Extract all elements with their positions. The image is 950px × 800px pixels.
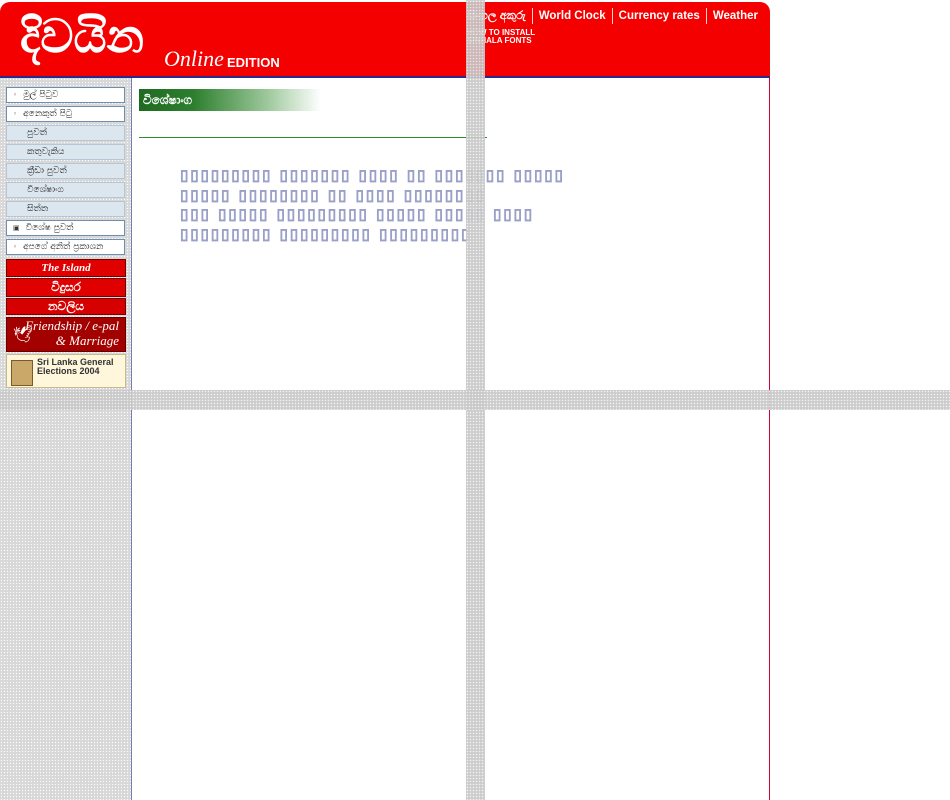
nav-label: ක්‍රීඩා පුවත් — [27, 166, 67, 176]
nav-subitem-features[interactable]: විශේෂාංග — [6, 182, 125, 198]
logo-edition-text: EDITION — [227, 55, 280, 70]
nav-item-other-pages[interactable]: ◦ අනෙකුත් පිටු — [6, 106, 125, 122]
nav-label: විශේෂ පුවත් — [25, 223, 74, 233]
article-line: ▯▯▯▯▯▯▯▯▯ ▯▯▯▯▯▯▯▯▯ ▯▯▯▯▯▯▯▯▯ — [180, 224, 472, 243]
logo-online-text: Online — [164, 46, 224, 71]
nav-label: පුවත් — [27, 128, 47, 138]
nav-item-other-publications[interactable]: ◦ අපගේ අනිත් ප්‍රකාශන — [6, 239, 125, 255]
the-island-banner[interactable]: The Island — [6, 259, 126, 277]
dove-icon: 🕊 — [13, 327, 34, 344]
sidebar: ◦ මුල් පිටුව ◦ අනෙකුත් පිටු පුවත් කතුවැකිය… — [0, 78, 132, 800]
article-line: ▯▯▯ ▯▯▯▯▯ ▯▯▯▯▯▯▯▯▯ ▯▯▯▯▯ ▯▯▯▯▯ ▯▯▯▯ — [180, 205, 534, 224]
square-bullet-icon: ▣ — [13, 224, 20, 232]
nav-label: මුල් පිටුව — [23, 90, 59, 100]
vidusara-banner[interactable]: විදුසර — [6, 278, 126, 297]
bullet-icon: ◦ — [13, 110, 18, 118]
content-right-border — [769, 78, 770, 800]
masthead: දිවයින Online EDITION සිංහල අකුරු World … — [0, 2, 770, 78]
article-text: ▯▯▯▯▯▯▯▯▯ ▯▯▯▯▯▯▯ ▯▯▯▯ ▯▯ ▯▯▯▯▯▯▯ ▯▯▯▯▯ … — [180, 166, 660, 244]
nav-subitem-editorial[interactable]: කතුවැකිය — [6, 144, 125, 160]
section-title: විශේෂාංග — [139, 89, 321, 111]
nav-label: අනෙකුත් පිටු — [23, 109, 73, 119]
currency-rates-link[interactable]: Currency rates — [613, 10, 706, 22]
frame-horizontal-bar[interactable] — [0, 390, 950, 410]
bullet-icon: ◦ — [13, 91, 18, 99]
nav-label: සිත්ත — [27, 204, 49, 214]
nav-subitem-news[interactable]: පුවත් — [6, 125, 125, 141]
election-text: Sri Lanka General Elections 2004 — [37, 357, 114, 376]
general-elections-banner[interactable]: Sri Lanka General Elections 2004 — [6, 354, 126, 388]
nav-label: කතුවැකිය — [27, 147, 65, 157]
nav-subitem-sports[interactable]: ක්‍රීඩා පුවත් — [6, 163, 125, 179]
nav-item-special-news[interactable]: ▣ විශේෂ පුවත් — [6, 220, 125, 236]
world-clock-link[interactable]: World Clock — [533, 10, 612, 22]
top-navigation: සිංහල අකුරු World Clock Currency rates W… — [462, 8, 765, 24]
article-line: ▯▯▯▯▯▯▯▯▯ ▯▯▯▯▯▯▯ ▯▯▯▯ ▯▯ ▯▯▯▯▯▯▯ ▯▯▯▯▯ — [180, 166, 565, 185]
nav-label: විශේෂාංග — [27, 185, 64, 195]
navaliya-banner[interactable]: නවලිය — [6, 298, 126, 315]
section-divider — [139, 137, 487, 138]
bullet-icon: ◦ — [13, 243, 18, 251]
article-line: ▯▯▯▯▯ ▯▯▯▯▯▯▯▯ ▯▯ ▯▯▯▯ ▯▯▯▯▯▯▯▯ — [180, 185, 486, 204]
ballot-box-icon — [11, 360, 33, 386]
friendship-marriage-banner[interactable]: 🕊 Friendship / e-pal & Marriage — [6, 317, 126, 352]
nav-subitem-sitha[interactable]: සිත්ත — [6, 201, 125, 217]
nav-item-home[interactable]: ◦ මුල් පිටුව — [6, 87, 125, 103]
logo[interactable]: දිවයින — [20, 8, 144, 64]
nav-label: අපගේ අනිත් ප්‍රකාශන — [23, 242, 104, 252]
weather-link[interactable]: Weather — [707, 10, 764, 22]
